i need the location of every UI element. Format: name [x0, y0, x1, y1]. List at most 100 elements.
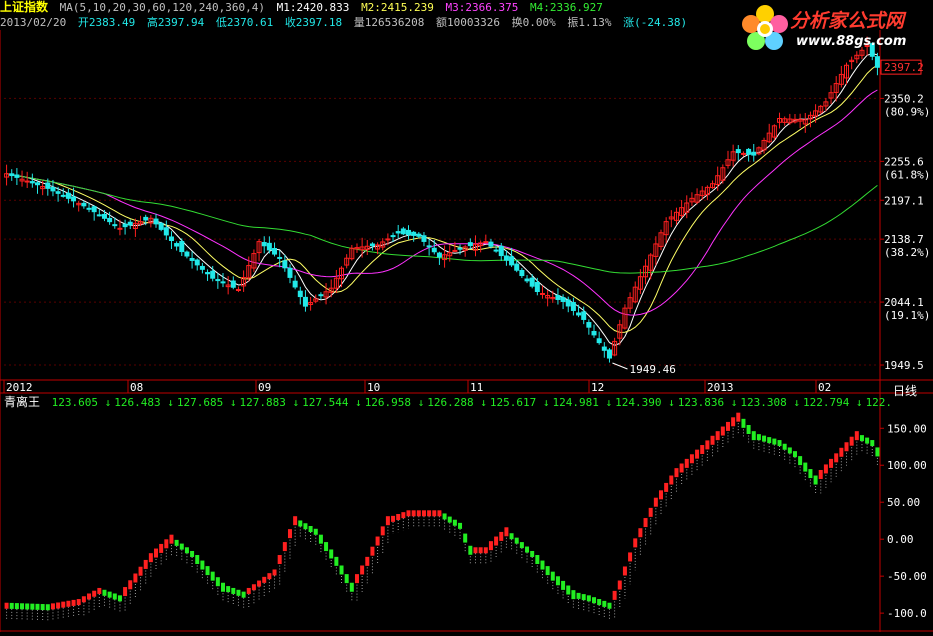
date-tick-label: 2012	[6, 381, 33, 394]
indicator-bar	[767, 437, 772, 444]
indicator-bar	[318, 534, 323, 544]
indicator-bar	[741, 418, 746, 428]
candle-body	[751, 151, 757, 156]
indicator-bar	[128, 580, 133, 590]
indicator-bar	[92, 590, 97, 597]
candle-body	[467, 242, 473, 247]
candle-body	[519, 269, 525, 277]
indicator-value: 126.483 ↓	[114, 396, 174, 409]
indicator-bar	[432, 510, 437, 517]
indicator-bar	[452, 519, 457, 526]
price-tick-label: (38.2%)	[884, 246, 930, 259]
candle-body	[539, 292, 545, 295]
indicator-bar	[566, 585, 571, 595]
candle-body	[591, 330, 597, 336]
indicator-bar	[530, 550, 535, 557]
indicator-bar	[782, 443, 787, 450]
indicator-bar	[40, 604, 45, 611]
candle-body	[746, 148, 752, 155]
candle-body	[107, 217, 113, 223]
indicator-name[interactable]: 青离王	[4, 395, 40, 409]
candle-body	[235, 289, 241, 292]
candle-body	[220, 281, 226, 284]
indicator-bar	[823, 464, 828, 474]
candle-body	[529, 277, 535, 287]
indicator-bar	[808, 469, 813, 479]
candle-body	[431, 247, 437, 253]
indicator-bar	[221, 582, 225, 592]
price-tick-label: 1949.5	[884, 359, 924, 372]
indicator-bar	[514, 537, 519, 544]
candle-body	[576, 312, 582, 316]
indicator-bar	[179, 543, 184, 550]
indicator-bar	[854, 431, 859, 441]
indicator-bar	[762, 435, 767, 442]
candle-body	[390, 235, 396, 238]
candle-body	[596, 338, 602, 344]
indicator-bar	[653, 497, 658, 507]
candle-body	[297, 290, 303, 298]
candle-body	[205, 272, 211, 275]
period-label[interactable]: 日线	[893, 382, 917, 399]
candle-body	[606, 349, 612, 359]
indicator-bar	[56, 602, 61, 609]
indicator-bar	[756, 434, 761, 441]
index-title[interactable]: 上证指数	[0, 0, 48, 14]
indicator-bar	[834, 453, 839, 463]
indicator-bar	[50, 603, 55, 610]
indicator-bar	[622, 566, 627, 576]
candle-body	[488, 241, 494, 247]
indicator-bar	[406, 510, 411, 517]
indicator-value: 127.544 ↓	[302, 396, 362, 409]
date-tick-label: 11	[470, 381, 483, 394]
indicator-bar	[633, 538, 638, 548]
indicator-value: 127.685 ↓	[176, 396, 237, 409]
indicator-bar	[66, 600, 71, 607]
indicator-bar	[360, 565, 365, 575]
indicator-bar	[133, 573, 138, 583]
indicator-bar	[710, 435, 715, 445]
indicator-bar	[540, 560, 545, 570]
indicator-bar	[107, 591, 112, 598]
last-price-label: 2397.2	[884, 61, 924, 74]
indicator-bar	[787, 447, 792, 454]
candle-body	[143, 216, 149, 221]
indicator-value: 126.958 ↓	[364, 396, 425, 409]
candle-body	[127, 221, 133, 226]
indicator-bar	[875, 447, 880, 457]
indicator-bar	[123, 587, 128, 597]
candle-body	[369, 243, 375, 247]
candle-body	[86, 207, 92, 210]
stock-chart: 2350.2(80.9%) 2255.6(61.8%) 2197.1 2138.7(3…	[0, 30, 933, 632]
indicator-bar	[607, 602, 612, 609]
candle-body	[65, 192, 71, 199]
indicator-bar	[396, 514, 401, 520]
price-header-row2: 2013/02/20 开2383.49 高2397.94 低2370.61 收2…	[0, 16, 692, 29]
candle-body	[112, 224, 118, 227]
indicator-bar	[385, 516, 390, 526]
indicator-bar	[282, 542, 287, 552]
ma5-line	[6, 52, 878, 346]
indicator-bar	[592, 597, 597, 604]
indicator-bar	[550, 571, 555, 581]
indicator-bar	[246, 587, 251, 594]
candle-body	[509, 256, 515, 266]
flower-icon	[742, 5, 788, 50]
candle-body	[503, 255, 509, 261]
indicator-bar	[447, 516, 452, 523]
indicator-bar	[777, 440, 782, 447]
indicator-bar	[287, 529, 292, 539]
indicator-bar	[473, 547, 478, 554]
indicator-bar	[581, 594, 586, 601]
indicator-tick-label: -100.0	[887, 607, 927, 620]
candle-body	[168, 236, 174, 241]
ma3-value: M3:2366.375	[445, 1, 519, 14]
ma4-value: M4:2336.927	[530, 1, 603, 14]
candle-body	[215, 279, 221, 282]
indicator-bar	[509, 533, 514, 540]
candle-body	[292, 280, 298, 288]
indicator-values: 123.605 ↓ 126.483 ↓ 127.685 ↓ 127.883 ↓ 127.…	[52, 396, 895, 409]
indicator-bar	[458, 522, 463, 529]
candle-body	[385, 238, 391, 241]
candle-body	[452, 249, 458, 252]
